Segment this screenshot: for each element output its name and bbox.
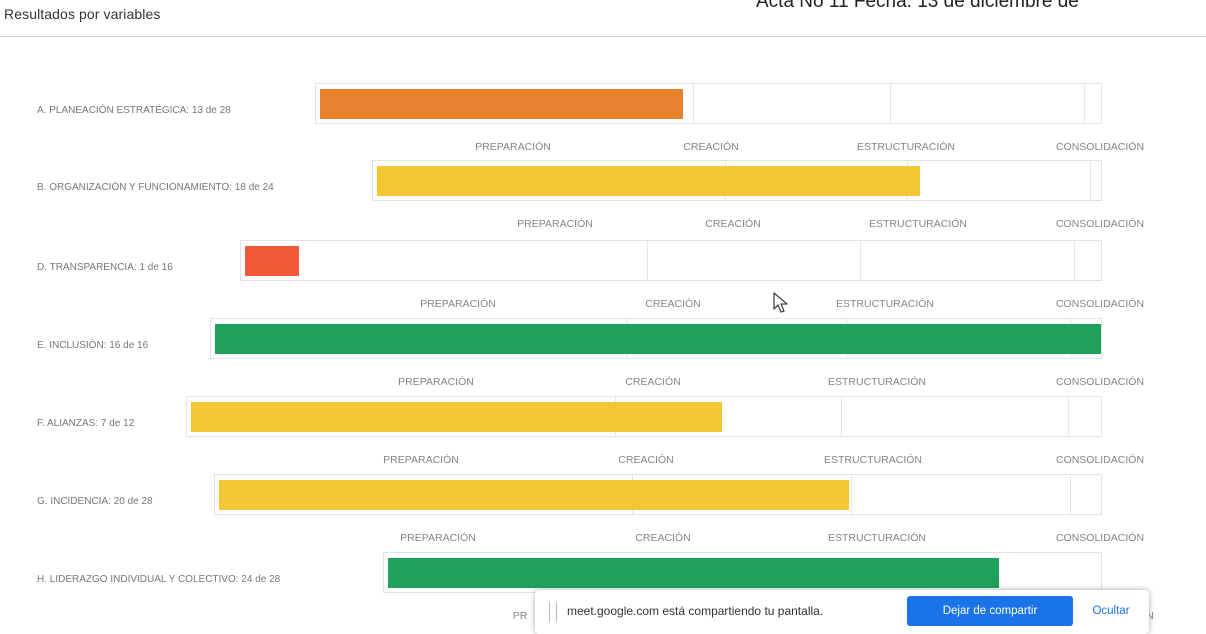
mouse-cursor-icon <box>773 292 788 313</box>
score-bar <box>191 402 722 432</box>
stage-label: CONSOLIDACIÓN <box>1055 218 1145 230</box>
stage-label: PREPARACIÓN <box>383 454 459 466</box>
stage-label: CONSOLIDACIÓN <box>1055 141 1145 153</box>
variable-label: G. INCIDENCIA: 20 de 28 <box>37 496 153 507</box>
grid-line <box>851 475 852 514</box>
bar-track <box>240 240 1102 281</box>
share-message: meet.google.com está compartiendo tu pan… <box>567 604 824 618</box>
hide-button[interactable]: Ocultar <box>1081 596 1141 626</box>
grid-line <box>840 397 842 436</box>
stage-label: ESTRUCTURACIÓN <box>823 454 923 466</box>
bar-track <box>214 474 1102 515</box>
variable-label: F. ALIANZAS: 7 de 12 <box>37 418 135 429</box>
grid-line <box>693 84 694 123</box>
variable-label: A. PLANEACIÓN ESTRATÉGICA: 13 de 28 <box>37 105 231 116</box>
grid-line <box>889 84 891 123</box>
stage-label: CREACIÓN <box>625 376 681 388</box>
variable-row: E. INCLUSIÓN: 16 de 16 PREPARACIÓN CREACIÓ… <box>0 318 1206 400</box>
stage-label: PREPARACIÓN <box>398 376 474 388</box>
grid-line <box>1084 84 1085 123</box>
stage-label: CONSOLIDACIÓN <box>1055 376 1145 388</box>
document-header: Acta No 11 Fecha: 13 de diciembre de <box>756 0 1079 12</box>
stage-label: PREPARACIÓN <box>517 218 593 230</box>
stage-label: CREACIÓN <box>705 218 761 230</box>
stage-label: PR <box>512 610 528 622</box>
score-bar <box>320 89 683 119</box>
grid-line <box>1090 161 1091 200</box>
grid-line <box>1069 475 1071 514</box>
page-title: Resultados por variables <box>4 6 161 22</box>
bar-track <box>372 160 1102 201</box>
grid-line <box>1067 397 1069 436</box>
title-divider <box>0 36 1206 37</box>
score-bar <box>377 166 920 196</box>
stop-sharing-button[interactable]: Dejar de compartir <box>907 596 1073 626</box>
stage-label: CREACIÓN <box>645 298 701 310</box>
grid-line <box>860 241 861 280</box>
stage-label: PREPARACIÓN <box>475 141 551 153</box>
variable-label: B. ORGANIZACIÓN Y FUNCIONAMIENTO: 18 de … <box>37 182 274 193</box>
variable-label: E. INCLUSIÓN: 16 de 16 <box>37 340 149 351</box>
stage-label: ESTRUCTURACIÓN <box>827 376 927 388</box>
variable-label: H. LIDERAZGO INDIVIDUAL Y COLECTIVO: 24 … <box>37 574 281 585</box>
stage-label: CONSOLIDACIÓN <box>1055 532 1145 544</box>
screen-share-bar: meet.google.com está compartiendo tu pan… <box>535 590 1149 634</box>
variable-row: B. ORGANIZACIÓN Y FUNCIONAMIENTO: 18 de … <box>0 160 1206 242</box>
variable-label: D. TRANSPARENCIA: 1 de 16 <box>37 262 173 273</box>
variable-row: G. INCIDENCIA: 20 de 28 PREPARACIÓN CREACI… <box>0 474 1206 556</box>
bar-track <box>210 318 1102 359</box>
grid-line <box>1073 241 1075 280</box>
bar-track <box>186 396 1102 437</box>
drag-handle-icon[interactable] <box>549 602 557 622</box>
stage-label: ESTRUCTURACIÓN <box>868 218 968 230</box>
score-bar <box>388 558 1000 588</box>
grid-line <box>646 241 648 280</box>
variable-row: A. PLANEACIÓN ESTRATÉGICA: 13 de 28 PREPA… <box>0 83 1206 165</box>
stage-label: CONSOLIDACIÓN <box>1055 454 1145 466</box>
score-bar <box>219 480 849 510</box>
stage-label: CONSOLIDACIÓN <box>1055 298 1145 310</box>
stage-label: ESTRUCTURACIÓN <box>835 298 935 310</box>
variable-row: F. ALIANZAS: 7 de 12 PREPARACIÓN CREACIÓN E… <box>0 396 1206 478</box>
variable-row: D. TRANSPARENCIA: 1 de 16 PREPARACIÓN CREA… <box>0 240 1206 322</box>
bar-track <box>315 83 1102 124</box>
score-bar <box>215 324 1101 354</box>
stage-label: ESTRUCTURACIÓN <box>827 532 927 544</box>
stage-label: PREPARACIÓN <box>400 532 476 544</box>
stage-label: CREACIÓN <box>618 454 674 466</box>
stage-label: ESTRUCTURACIÓN <box>856 141 956 153</box>
stage-label: CREACIÓN <box>635 532 691 544</box>
stage-label: CREACIÓN <box>683 141 739 153</box>
score-bar <box>245 246 299 276</box>
bar-track <box>383 552 1102 593</box>
stage-label: PREPARACIÓN <box>420 298 496 310</box>
